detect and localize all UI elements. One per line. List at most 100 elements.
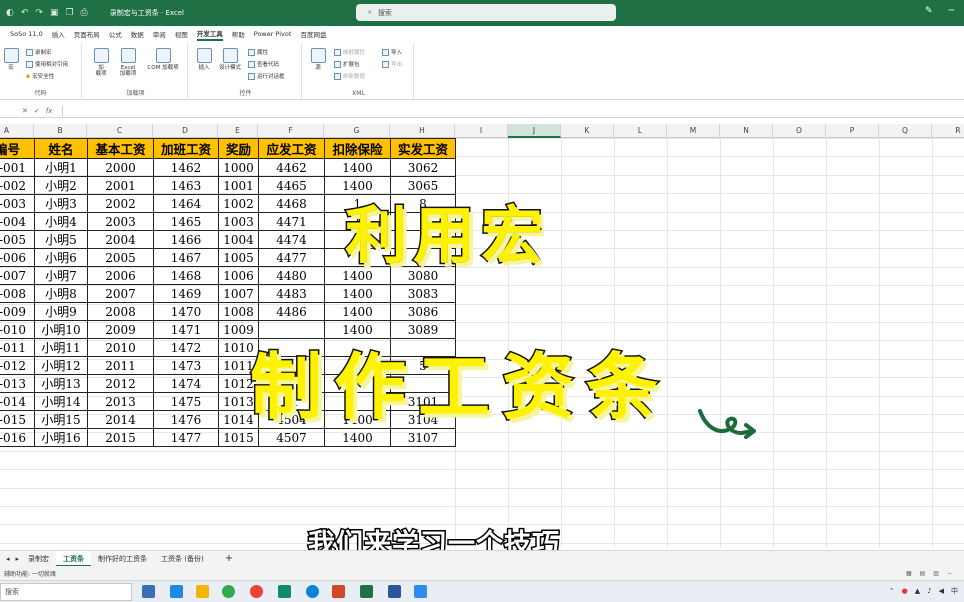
column-title[interactable]: 姓名: [34, 138, 88, 159]
table-cell[interactable]: 1470: [153, 302, 219, 321]
record-tray-icon[interactable]: ●: [902, 587, 908, 595]
table-cell[interactable]: 3086: [390, 302, 456, 321]
table-cell[interactable]: 小明7: [34, 266, 88, 285]
table-cell[interactable]: 2012: [87, 374, 154, 393]
table-cell[interactable]: 2008: [87, 302, 154, 321]
copy-icon[interactable]: ❐: [65, 8, 73, 18]
column-header-q[interactable]: Q: [879, 124, 932, 138]
table-cell[interactable]: 小明6: [34, 248, 88, 267]
task-view-icon[interactable]: [142, 585, 155, 598]
formula-input[interactable]: [62, 106, 958, 116]
volume-icon[interactable]: ◀: [939, 587, 944, 595]
table-cell[interactable]: 2005: [87, 248, 154, 267]
table-cell[interactable]: 小明9: [34, 302, 88, 321]
menu-tab[interactable]: 审阅: [153, 29, 166, 39]
table-cell[interactable]: -005: [0, 230, 35, 249]
menu-tab[interactable]: 视图: [175, 29, 188, 39]
page-break-icon[interactable]: ▥: [933, 570, 939, 577]
table-cell[interactable]: 1475: [153, 392, 219, 411]
table-cell[interactable]: 2014: [87, 410, 154, 429]
view-code-button[interactable]: 查看代码: [248, 60, 279, 68]
column-header-d[interactable]: D: [153, 124, 218, 138]
table-cell[interactable]: 1006: [218, 266, 259, 285]
explorer-icon[interactable]: [196, 585, 209, 598]
app2-icon[interactable]: [278, 585, 291, 598]
column-title[interactable]: 扣除保险: [324, 138, 391, 159]
table-cell[interactable]: 小明16: [34, 428, 88, 447]
column-title[interactable]: 编号: [0, 138, 35, 159]
table-cell[interactable]: 1008: [218, 302, 259, 321]
table-cell[interactable]: 1468: [153, 266, 219, 285]
column-header-f[interactable]: F: [258, 124, 324, 138]
table-cell[interactable]: 1004: [218, 230, 259, 249]
table-cell[interactable]: -006: [0, 248, 35, 267]
ime-indicator[interactable]: 中: [951, 586, 958, 596]
sheet-tab[interactable]: 工资条 (备份): [154, 551, 211, 567]
sheet-tab[interactable]: 制作好的工资条: [91, 551, 154, 567]
table-cell[interactable]: 2002: [87, 194, 154, 213]
wechat-icon[interactable]: [222, 585, 235, 598]
excel-addins-button[interactable]: Excel 加载项: [116, 48, 140, 77]
table-cell[interactable]: -012: [0, 356, 35, 375]
column-header-c[interactable]: C: [87, 124, 153, 138]
table-cell[interactable]: 小明3: [34, 194, 88, 213]
column-header-p[interactable]: P: [826, 124, 879, 138]
table-cell[interactable]: 2000: [87, 158, 154, 177]
column-header-b[interactable]: B: [34, 124, 87, 138]
table-cell[interactable]: 1001: [218, 176, 259, 195]
function-icon[interactable]: fx: [46, 107, 53, 115]
table-cell[interactable]: -015: [0, 410, 35, 429]
table-cell[interactable]: 1000: [218, 158, 259, 177]
table-cell[interactable]: 1003: [218, 212, 259, 231]
table-cell[interactable]: 4462: [258, 158, 325, 177]
feishu-icon[interactable]: [414, 585, 427, 598]
table-cell[interactable]: 4486: [258, 302, 325, 321]
table-cell[interactable]: 1464: [153, 194, 219, 213]
table-cell[interactable]: 小明4: [34, 212, 88, 231]
table-cell[interactable]: -004: [0, 212, 35, 231]
edge-icon[interactable]: [306, 585, 319, 598]
table-cell[interactable]: 1471: [153, 320, 219, 339]
cancel-icon[interactable]: ✕: [22, 107, 28, 115]
excel-icon[interactable]: [360, 585, 373, 598]
column-title[interactable]: 应发工资: [258, 138, 325, 159]
run-dialog-button[interactable]: 运行对话框: [248, 72, 285, 80]
refresh-data-button[interactable]: 刷新数据: [334, 72, 365, 80]
table-cell[interactable]: 2003: [87, 212, 154, 231]
scroll-left-icon[interactable]: ◂: [6, 555, 10, 563]
column-title[interactable]: 基本工资: [87, 138, 154, 159]
table-cell[interactable]: 1467: [153, 248, 219, 267]
table-cell[interactable]: 1002: [218, 194, 259, 213]
table-cell[interactable]: -010: [0, 320, 35, 339]
table-cell[interactable]: 1400: [324, 302, 391, 321]
menu-tab[interactable]: 插入: [52, 29, 65, 39]
column-header-r[interactable]: R: [932, 124, 964, 138]
table-cell[interactable]: 4477: [258, 248, 325, 267]
column-title[interactable]: 奖励: [218, 138, 259, 159]
export-button[interactable]: 导出: [382, 60, 402, 68]
table-cell[interactable]: 小明14: [34, 392, 88, 411]
com-addins-button[interactable]: COM 加载项: [142, 48, 184, 71]
print-icon[interactable]: ⎙: [81, 8, 88, 18]
table-cell[interactable]: -016: [0, 428, 35, 447]
sheet-tab[interactable]: 录制宏: [21, 551, 56, 567]
macro-security-button[interactable]: ▲ 宏安全性: [26, 72, 54, 80]
column-title[interactable]: 加班工资: [153, 138, 219, 159]
column-header-m[interactable]: M: [667, 124, 720, 138]
table-cell[interactable]: 1465: [153, 212, 219, 231]
page-layout-icon[interactable]: ▤: [920, 570, 926, 577]
app-icon[interactable]: [170, 585, 183, 598]
table-cell[interactable]: -003: [0, 194, 35, 213]
import-button[interactable]: 导入: [382, 48, 402, 56]
menu-tab[interactable]: 开发工具: [196, 28, 223, 41]
menu-tab[interactable]: 页面布局: [74, 29, 100, 39]
undo-icon[interactable]: ↶: [21, 8, 29, 18]
powerpoint-icon[interactable]: [332, 585, 345, 598]
column-header-e[interactable]: E: [218, 124, 258, 138]
expansion-packs-button[interactable]: 扩展包: [334, 60, 360, 68]
menu-tab[interactable]: 帮助: [232, 29, 245, 39]
network-icon[interactable]: ▲: [915, 587, 920, 595]
confirm-icon[interactable]: ✓: [34, 107, 40, 115]
table-cell[interactable]: 小明12: [34, 356, 88, 375]
table-cell[interactable]: 1005: [218, 248, 259, 267]
